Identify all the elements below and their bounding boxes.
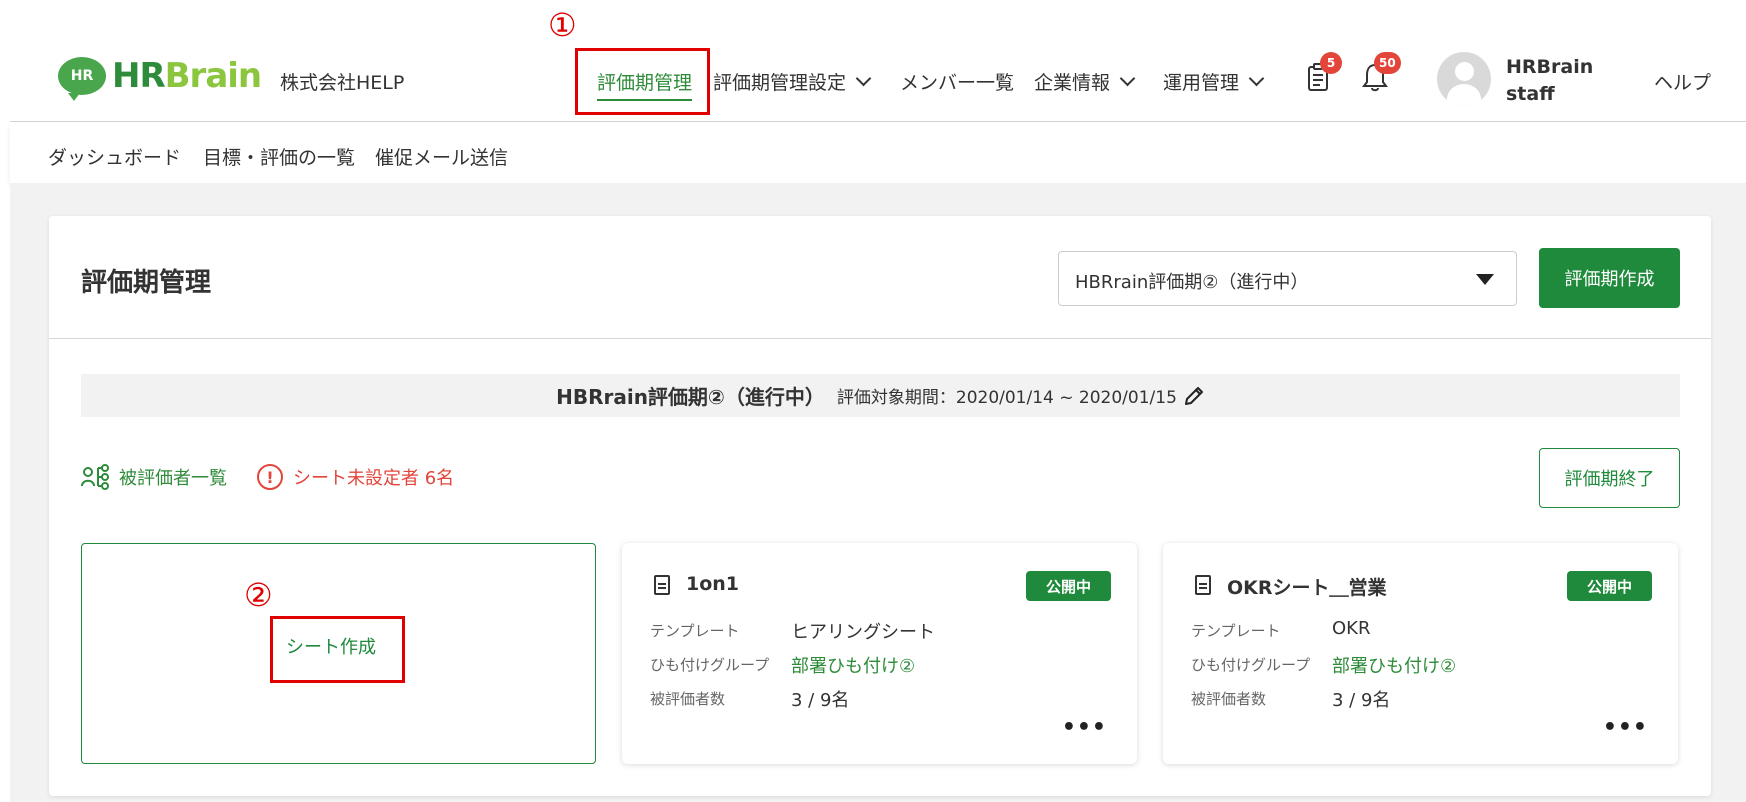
subnav-dashboard[interactable]: ダッシュボード: [48, 143, 181, 170]
group-label: ひも付けグループ: [650, 656, 770, 674]
chevron-down-icon: [1248, 70, 1265, 86]
divider: [49, 338, 1711, 339]
sub-navigation: ダッシュボード 目標・評価の一覧 催促メール送信: [10, 123, 1746, 183]
period-range: 評価対象期間：2020/01/14 ~ 2020/01/15: [836, 388, 1177, 408]
caret-down-icon: [1476, 274, 1494, 285]
page-title: 評価期管理: [81, 268, 212, 298]
annotation-box-1: [575, 48, 710, 115]
evaluatee-list-link[interactable]: 被評価者一覧: [81, 464, 227, 490]
clipboard-badge: 5: [1320, 52, 1342, 74]
evaluation-period-card: 評価期管理 HBRrain評価期②（進行中） 評価期作成 HBRrain評価期②…: [49, 216, 1711, 796]
evaluatee-count: 3 / 9名: [1332, 690, 1391, 711]
create-period-button[interactable]: 評価期作成: [1539, 248, 1680, 308]
annotation-box-2: [270, 616, 405, 683]
pencil-icon[interactable]: [1183, 385, 1205, 407]
nav-operations[interactable]: 運用管理: [1163, 68, 1265, 95]
more-options-icon[interactable]: •••: [1603, 715, 1648, 740]
logo-text: HRBrain: [112, 56, 262, 96]
more-options-icon[interactable]: •••: [1062, 715, 1107, 740]
status-badge: 公開中: [1025, 571, 1111, 601]
avatar[interactable]: [1437, 52, 1491, 106]
document-icon: [1195, 575, 1211, 595]
unassigned-sheet-warning[interactable]: ! シート未設定者 6名: [257, 464, 454, 490]
chevron-down-icon: [1119, 70, 1136, 86]
template-label: テンプレート: [650, 622, 740, 640]
company-name: 株式会社HELP: [280, 72, 405, 94]
logo-badge: HR: [58, 57, 106, 101]
clipboard-button[interactable]: 5: [1306, 52, 1342, 94]
template-label: テンプレート: [1191, 622, 1281, 640]
annotation-marker-1: ①: [548, 6, 577, 44]
nav-company-info[interactable]: 企業情報: [1034, 68, 1136, 95]
template-value: ヒアリングシート: [791, 622, 935, 643]
period-info-bar: HBRrain評価期②（進行中） 評価対象期間：2020/01/14 ~ 202…: [81, 374, 1680, 417]
end-period-button[interactable]: 評価期終了: [1539, 448, 1680, 508]
subnav-goals-list[interactable]: 目標・評価の一覧: [203, 143, 355, 170]
nav-evaluation-settings[interactable]: 評価期管理設定: [713, 68, 872, 95]
template-value: OKR: [1332, 618, 1371, 639]
evaluatee-count-label: 被評価者数: [1191, 690, 1267, 708]
notification-badge: 50: [1374, 52, 1401, 74]
notification-button[interactable]: 50: [1362, 52, 1401, 94]
nav-member-list[interactable]: メンバー一覧: [900, 68, 1014, 95]
user-name[interactable]: HRBrain staff: [1506, 54, 1593, 108]
sheet-name: 1on1: [686, 573, 740, 595]
group-label: ひも付けグループ: [1191, 656, 1311, 674]
subnav-reminder-mail[interactable]: 催促メール送信: [375, 143, 508, 170]
sheet-card-1on1[interactable]: 1on1 公開中 テンプレート ヒアリングシート ひも付けグループ 部署ひも付け…: [622, 543, 1137, 764]
sheet-card-okr[interactable]: OKRシート＿営業 公開中 テンプレート OKR ひも付けグループ 部署ひも付け…: [1163, 543, 1678, 764]
period-name: HBRrain評価期②（進行中）: [556, 385, 825, 409]
document-icon: [654, 575, 670, 595]
evaluatee-count-label: 被評価者数: [650, 690, 726, 708]
exclamation-circle-icon: !: [257, 464, 283, 490]
status-badge: 公開中: [1566, 571, 1652, 601]
group-link[interactable]: 部署ひも付け②: [1332, 652, 1456, 678]
hrbrain-logo[interactable]: HR HRBrain: [58, 56, 262, 101]
help-link[interactable]: ヘルプ: [1654, 68, 1711, 95]
group-link[interactable]: 部署ひも付け②: [791, 652, 915, 678]
sheet-name: OKRシート＿営業: [1227, 577, 1387, 599]
top-header: HR HRBrain 株式会社HELP 評価期管理 評価期管理設定 メンバー一覧…: [10, 0, 1746, 122]
chevron-down-icon: [855, 70, 872, 86]
org-chart-icon: [81, 464, 109, 490]
period-select[interactable]: HBRrain評価期②（進行中）: [1058, 251, 1517, 306]
evaluatee-count: 3 / 9名: [791, 690, 850, 711]
annotation-marker-2: ②: [244, 576, 273, 614]
